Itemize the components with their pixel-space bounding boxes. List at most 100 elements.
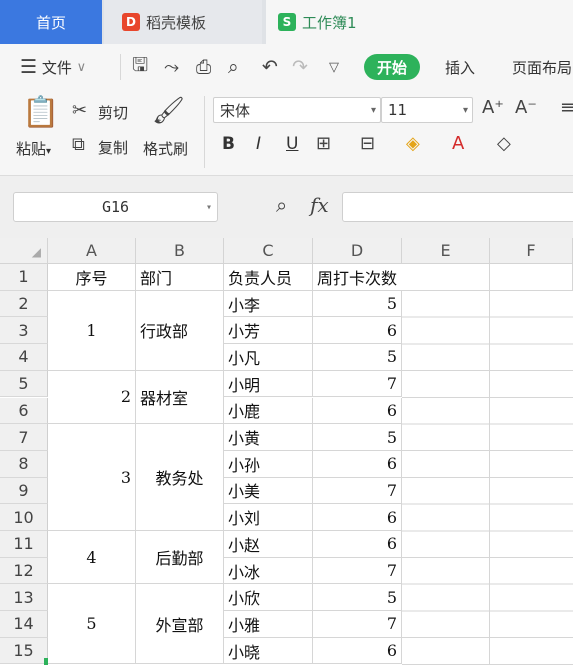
scissors-icon[interactable]: ✂ xyxy=(72,102,87,120)
select-all-corner[interactable]: ◢ xyxy=(0,238,48,264)
row-header[interactable]: 15 xyxy=(0,637,48,665)
file-menu[interactable]: ☰ 文件 ∨ xyxy=(20,44,86,90)
cell-F1[interactable] xyxy=(490,264,573,291)
cell-D13[interactable]: 5 xyxy=(313,584,402,612)
row-header[interactable]: 12 xyxy=(0,557,48,585)
row-header[interactable]: 2 xyxy=(0,290,48,318)
row-header[interactable]: 5 xyxy=(0,370,48,398)
paste-button[interactable]: 粘贴▾ xyxy=(16,138,51,159)
print-preview-icon[interactable]: ⌕ xyxy=(228,44,239,90)
row-header[interactable]: 3 xyxy=(0,317,48,345)
cell-D6[interactable]: 6 xyxy=(313,397,402,425)
row-header[interactable]: 4 xyxy=(0,344,48,371)
merge-icon[interactable]: ⊟ xyxy=(360,135,375,153)
empty-cells-rows[interactable] xyxy=(402,290,573,665)
column-header[interactable]: C xyxy=(224,238,313,264)
zoom-icon[interactable]: ⌕ xyxy=(276,193,287,217)
font-size-select[interactable]: 11 ▾ xyxy=(381,97,473,123)
row-header[interactable]: 6 xyxy=(0,397,48,425)
tab-template[interactable]: D 稻壳模板 xyxy=(104,0,262,44)
print-icon[interactable]: ⎙ xyxy=(196,44,211,90)
cell-C1[interactable]: 负责人员 xyxy=(224,264,313,291)
cell-B11-merged[interactable]: 后勤部 xyxy=(136,531,224,585)
tab-insert[interactable]: 插入 xyxy=(445,44,475,90)
increase-font-icon[interactable]: A⁺ xyxy=(482,99,504,117)
cell-D9[interactable]: 7 xyxy=(313,477,402,505)
cell-D12[interactable]: 7 xyxy=(313,557,402,585)
fx-button[interactable]: fx xyxy=(310,193,329,217)
row-header[interactable]: 9 xyxy=(0,477,48,505)
align-icon[interactable]: ≡ xyxy=(560,99,573,117)
column-header[interactable]: A xyxy=(48,238,136,264)
row-header[interactable]: 10 xyxy=(0,504,48,531)
cell-D10[interactable]: 6 xyxy=(313,504,402,531)
row-header[interactable]: 1 xyxy=(0,264,48,291)
bold-button[interactable]: B xyxy=(222,134,235,154)
tab-home[interactable]: 首页 xyxy=(0,0,102,44)
name-box[interactable]: G16 ▾ xyxy=(13,192,218,222)
row-header[interactable]: 14 xyxy=(0,611,48,638)
cell-A5-merged[interactable]: 2 xyxy=(48,370,136,425)
cell-C11[interactable]: 小赵 xyxy=(224,531,313,558)
cell-C8[interactable]: 小孙 xyxy=(224,450,313,478)
row-header[interactable]: 13 xyxy=(0,584,48,612)
fill-color-icon[interactable]: ◈ xyxy=(406,135,420,153)
row-header[interactable]: 8 xyxy=(0,450,48,478)
cell-C2[interactable]: 小李 xyxy=(224,290,313,318)
cell-A2-merged[interactable]: 1 xyxy=(48,290,136,371)
cell-A11-merged[interactable]: 4 xyxy=(48,531,136,585)
format-painter-button[interactable]: 格式刷 xyxy=(143,138,188,159)
cell-C12[interactable]: 小冰 xyxy=(224,557,313,585)
cell-C4[interactable]: 小凡 xyxy=(224,344,313,371)
cell-C6[interactable]: 小鹿 xyxy=(224,397,313,425)
cell-C13[interactable]: 小欣 xyxy=(224,584,313,612)
cell-D14[interactable]: 7 xyxy=(313,611,402,638)
format-painter-icon[interactable]: 🖌 xyxy=(152,98,185,124)
cell-B7-merged[interactable]: 教务处 xyxy=(136,424,224,531)
export-icon[interactable]: ⤳ xyxy=(164,44,179,90)
cell-C9[interactable]: 小美 xyxy=(224,477,313,505)
cell-D1[interactable]: 周打卡次数 xyxy=(313,264,402,291)
cell-C3[interactable]: 小芳 xyxy=(224,317,313,345)
decrease-font-icon[interactable]: A⁻ xyxy=(515,99,537,117)
cell-D3[interactable]: 6 xyxy=(313,317,402,345)
cell-A13-merged[interactable]: 5 xyxy=(48,584,136,665)
column-header[interactable]: F xyxy=(490,238,573,264)
cell-B1[interactable]: 部门 xyxy=(136,264,224,291)
cell-D7[interactable]: 5 xyxy=(313,424,402,451)
tab-start[interactable]: 开始 xyxy=(364,54,421,80)
cell-C15[interactable]: 小晓 xyxy=(224,637,313,665)
cell-D4[interactable]: 5 xyxy=(313,344,402,371)
column-header[interactable]: D xyxy=(313,238,402,264)
cell-A7-merged[interactable]: 3 xyxy=(48,424,136,531)
italic-button[interactable]: I xyxy=(256,134,261,154)
copy-icon[interactable]: ⧉ xyxy=(72,136,85,154)
cell-D2[interactable]: 5 xyxy=(313,290,402,318)
undo-icon[interactable]: ↶ xyxy=(262,44,278,90)
formula-input[interactable] xyxy=(342,192,573,222)
cell-E1[interactable] xyxy=(402,264,490,291)
tab-workbook[interactable]: S 工作簿1 xyxy=(266,0,573,44)
font-color-icon[interactable]: A xyxy=(452,135,464,153)
column-header[interactable]: B xyxy=(136,238,224,264)
cell-D8[interactable]: 6 xyxy=(313,450,402,478)
cell-C10[interactable]: 小刘 xyxy=(224,504,313,531)
cell-A1[interactable]: 序号 xyxy=(48,264,136,291)
copy-button[interactable]: 复制 xyxy=(98,137,128,158)
paste-icon[interactable]: 📋 xyxy=(22,98,59,128)
cell-C7[interactable]: 小黄 xyxy=(224,424,313,451)
border-icon[interactable]: ⊞ xyxy=(316,135,331,153)
cut-button[interactable]: 剪切 xyxy=(98,102,128,123)
redo-icon[interactable]: ↷ xyxy=(292,44,308,90)
cell-D11[interactable]: 6 xyxy=(313,531,402,558)
column-header[interactable]: E xyxy=(402,238,490,264)
quick-access-dropdown-icon[interactable]: ▽ xyxy=(329,44,339,90)
row-header[interactable]: 11 xyxy=(0,531,48,558)
cell-D15[interactable]: 6 xyxy=(313,637,402,665)
eraser-icon[interactable]: ◇ xyxy=(497,135,511,153)
cell-B13-merged[interactable]: 外宣部 xyxy=(136,584,224,665)
cell-B2-merged[interactable]: 行政部 xyxy=(136,290,224,371)
cell-C14[interactable]: 小雅 xyxy=(224,611,313,638)
save-icon[interactable]: 🖫 xyxy=(132,44,148,90)
font-name-select[interactable]: 宋体 ▾ xyxy=(213,97,381,123)
